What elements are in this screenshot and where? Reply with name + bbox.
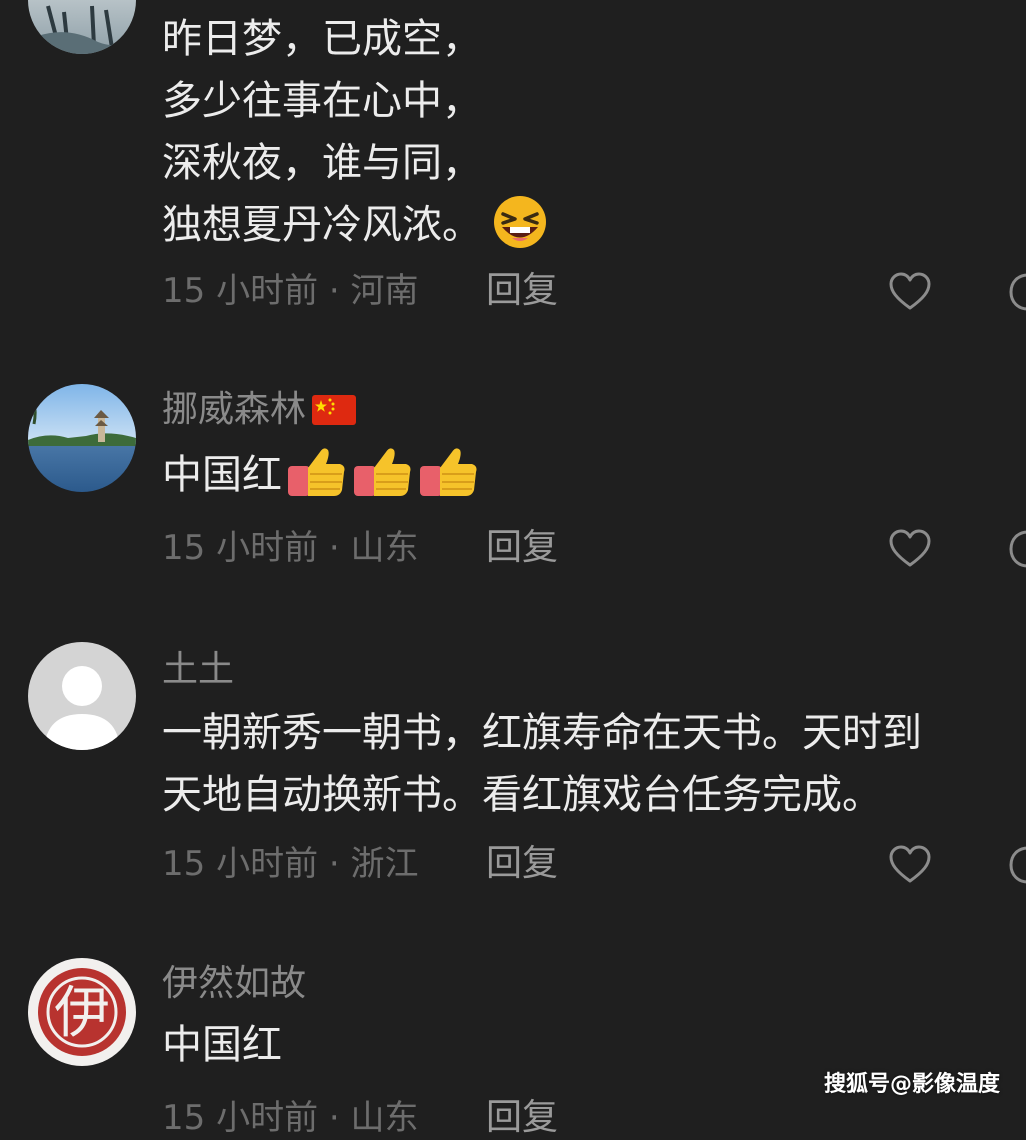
comment-text-line: 天地自动换新书。看红旗戏台任务完成。 [162,772,882,818]
comment-item: 昨日梦，已成空， 多少往事在心中， 深秋夜，谁与同， 独想夏丹冷风浓。 15 小… [0,0,1026,340]
thumbs-up-emoji [352,444,414,502]
dislike-icon[interactable] [1008,529,1026,569]
comment-meta: 15 小时前 · 浙江 [162,844,419,884]
comment-content: 昨日梦，已成空， 多少往事在心中， 深秋夜，谁与同， 独想夏丹冷风浓。 [162,8,1024,256]
reply-button[interactable]: 回复 [486,526,558,570]
dislike-icon[interactable] [1008,272,1026,312]
avatar[interactable] [28,0,136,54]
calligraphy-landscape-avatar [28,0,136,54]
red-seal-avatar: 伊 [28,958,136,1066]
username[interactable]: 挪威森林 [162,388,357,432]
dislike-icon[interactable] [1008,845,1026,885]
comment-content: 一朝新秀一朝书，红旗寿命在天书。天时到 天地自动换新书。看红旗戏台任务完成。 [162,702,1024,826]
reply-button[interactable]: 回复 [486,842,558,886]
comment-text-line: 一朝新秀一朝书，红旗寿命在天书。天时到 [162,710,922,756]
reply-button[interactable]: 回复 [486,1096,558,1140]
comment-content: 中国红 [162,1014,1024,1076]
username[interactable]: 土土 [162,648,234,692]
heart-icon[interactable] [888,845,932,885]
comment-text-line: 中国红 [162,1022,282,1068]
heart-icon[interactable] [888,272,932,312]
heart-icon[interactable] [888,529,932,569]
comment-text-line: 深秋夜，谁与同， [162,140,482,186]
comment-text-line: 昨日梦，已成空， [162,16,482,62]
china-flag-icon [312,392,357,425]
comment-text-line: 多少往事在心中， [162,78,482,124]
laughing-face-emoji [490,194,550,250]
comment-meta: 15 小时前 · 山东 [162,1098,419,1138]
comment-item: 土土 一朝新秀一朝书，红旗寿命在天书。天时到 天地自动换新书。看红旗戏台任务完成… [0,640,1026,940]
comment-meta: 15 小时前 · 山东 [162,528,419,568]
username[interactable]: 伊然如故 [162,962,306,1006]
thumbs-up-emoji [286,444,348,502]
comment-item: 挪威森林 中国红 15 小时前 · 山东 回复 [0,340,1026,640]
comment-text-line: 独想夏丹冷风浓。 [162,202,482,248]
lake-pagoda-avatar [28,384,136,492]
watermark: 搜狐号@影像温度 [823,1072,1000,1097]
thumbs-up-emoji [418,444,480,502]
comment-meta: 15 小时前 · 河南 [162,271,419,311]
avatar[interactable] [28,384,136,492]
avatar[interactable] [28,642,136,750]
seal-character: 伊 [54,981,110,1046]
username-text: 挪威森林 [162,389,307,430]
avatar[interactable]: 伊 [28,958,136,1066]
default-user-avatar [28,642,136,750]
comment-text-line: 中国红 [162,452,282,498]
comment-content: 中国红 [162,444,1024,506]
comment-list: 昨日梦，已成空， 多少往事在心中， 深秋夜，谁与同， 独想夏丹冷风浓。 15 小… [0,0,1026,1138]
reply-button[interactable]: 回复 [486,269,558,313]
